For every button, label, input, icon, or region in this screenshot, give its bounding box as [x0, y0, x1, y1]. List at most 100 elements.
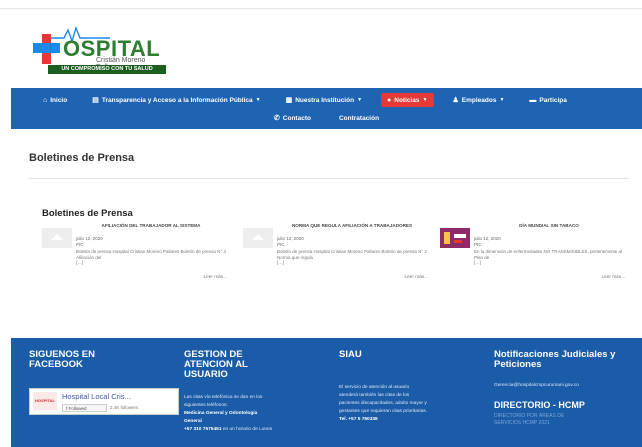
footer-text: +57 310 7575451 en un horario de Lunes	[184, 426, 329, 434]
facebook-followers-count: 2.4K followers	[110, 405, 139, 410]
nav-row-secondary: ✆ Contacto Contratación	[11, 110, 642, 126]
post-date: julio 12, 2020	[474, 236, 501, 241]
caret-down-icon: ▼	[499, 97, 505, 103]
footer-facebook: SIGUENOS EN FACEBOOK	[29, 350, 179, 370]
title-divider	[29, 178, 629, 179]
nav-item-inicio[interactable]: ⌂ Inicio	[37, 93, 73, 107]
nav-item-transparencia[interactable]: ▤ Transparencia y Acceso a la Informació…	[86, 93, 266, 107]
phone-number: +57 310 7575451	[184, 427, 222, 432]
news-post[interactable]: DÍA MUNDIAL SIN TABACO julio 12, 2020 PI…	[440, 220, 625, 290]
post-title[interactable]: AFILIACIÓN DEL TRABAJADOR AL SISTEMA	[76, 223, 226, 229]
post-ellipsis: […]	[76, 260, 84, 265]
section-title: Boletines de Prensa	[42, 208, 133, 219]
thumb-shape	[454, 234, 466, 238]
nav-label: Nuestra Institución	[295, 96, 355, 104]
image-placeholder-icon	[252, 234, 264, 240]
footer-text: Tel. +57 5 760336	[339, 416, 484, 424]
footer-gestion: GESTION DE ATENCION AL USUARIO Las citas…	[184, 350, 329, 434]
document-icon: ▤	[92, 97, 99, 104]
read-more-link[interactable]: Leer más...	[204, 274, 227, 279]
post-excerpt-text: En la dimensión de enfermedades NO TRANS…	[474, 249, 622, 260]
footer-bold-text: Medicina General y Odontología	[184, 411, 258, 416]
building-icon: ▦	[285, 97, 293, 104]
logo-tagline: UN COMPROMISO CON TU SALUD	[48, 65, 166, 74]
image-placeholder-icon	[51, 234, 63, 240]
directory-sublink[interactable]: SERVICIOS HCMP 2021	[494, 420, 639, 427]
footer-text: atenderá también las citas de los	[339, 393, 410, 398]
home-icon: ⌂	[43, 96, 48, 104]
phone-icon: ✆	[273, 115, 280, 122]
news-post[interactable]: AFILIACIÓN DEL TRABAJADOR AL SISTEMA jul…	[42, 220, 227, 290]
nav-label: Contacto	[282, 114, 311, 122]
footer-heading: SIAU	[339, 349, 362, 360]
nav-label: Transparencia y Acceso a la Información …	[101, 96, 253, 104]
post-thumbnail[interactable]	[243, 228, 273, 248]
site-footer: SIGUENOS EN FACEBOOK HOSPITAL Hospital L…	[11, 338, 642, 447]
page-title: Boletines de Prensa	[29, 152, 135, 164]
post-category[interactable]: PIC	[277, 242, 285, 247]
nav-label: Participa	[539, 96, 567, 104]
post-title[interactable]: DÍA MUNDIAL SIN TABACO	[474, 223, 624, 229]
post-ellipsis: […]	[277, 260, 285, 265]
post-excerpt-text: Boletín de prensa Hospital Cristian More…	[277, 249, 427, 260]
footer-text: Las citas vía telefónica se dan en los	[184, 395, 263, 400]
post-title[interactable]: NORMA QUE REGULA AFILIACIÓN A TRABAJADOR…	[277, 223, 427, 229]
nav-row-primary: ⌂ Inicio ▤ Transparencia y Acceso a la I…	[11, 92, 642, 108]
nav-label: Contratación	[338, 114, 380, 122]
hospital-logo[interactable]: OSPITAL Cristián Moreno Pallares UN COMP…	[30, 24, 170, 74]
post-excerpt: Boletín de prensa Hospital Cristian More…	[76, 249, 226, 266]
thumb-shape	[444, 232, 450, 244]
nav-item-nuestra-institucion[interactable]: ▦ Nuestra Institución ▼	[280, 93, 368, 107]
main-navigation: ⌂ Inicio ▤ Transparencia y Acceso a la I…	[11, 88, 642, 129]
nav-item-noticias[interactable]: ● Noticias ▼	[381, 93, 434, 107]
footer-notificaciones: Notificaciones Judiciales y Peticiones G…	[494, 350, 639, 427]
users-icon: ♟	[452, 97, 459, 104]
thumb-shape	[454, 240, 462, 243]
facebook-page-logo: HOSPITAL	[33, 392, 57, 410]
facebook-follow-button[interactable]: f Followed	[62, 404, 107, 412]
read-more-link[interactable]: Leer más...	[602, 274, 625, 279]
nav-item-empleados[interactable]: ♟ Empleados ▼	[447, 93, 511, 107]
nav-label: Empleados	[461, 96, 497, 104]
footer-text: siguientes teléfonos:	[184, 403, 228, 408]
nav-item-contacto[interactable]: ✆ Contacto	[268, 111, 317, 125]
id-card-icon: ▬	[529, 96, 537, 104]
nav-item-participa[interactable]: ▬ Participa	[523, 93, 572, 107]
post-thumbnail[interactable]	[440, 228, 470, 248]
caret-down-icon: ▼	[357, 97, 363, 103]
footer-text: gestantes que requieran citas prioritari…	[339, 409, 427, 414]
post-category[interactable]: PIC	[474, 242, 482, 247]
footer-text: pacientes discapacitados, adulto mayor y	[339, 401, 427, 406]
footer-heading: Notificaciones Judiciales y Peticiones	[494, 349, 616, 370]
facebook-page-widget[interactable]: HOSPITAL Hospital Local Cris... f Follow…	[29, 388, 179, 415]
facebook-page-name[interactable]: Hospital Local Cris...	[62, 392, 131, 401]
footer-heading: SIGUENOS EN FACEBOOK	[29, 349, 95, 370]
directory-sublink[interactable]: DIRECTORIO POR ÁREAS DE	[494, 413, 639, 420]
alert-icon: ●	[387, 96, 392, 104]
post-excerpt-text: Boletín de prensa Hospital Cristian More…	[76, 249, 226, 260]
news-post[interactable]: NORMA QUE REGULA AFILIACIÓN A TRABAJADOR…	[243, 220, 428, 290]
nav-label: Inicio	[50, 96, 68, 104]
cross-icon-horizontal	[33, 43, 60, 53]
caret-down-icon: ▼	[255, 97, 261, 103]
directory-link[interactable]: DIRECTORIO - HCMP	[494, 400, 639, 410]
footer-text-rest: en un horario de Lunes	[221, 427, 273, 432]
footer-siau: SIAU El servicio de atención al usuario …	[339, 350, 484, 424]
footer-bold-text: General	[184, 419, 202, 424]
caret-down-icon: ▼	[422, 97, 428, 103]
footer-heading: GESTION DE ATENCION AL USUARIO	[184, 349, 248, 380]
siau-phone: Tel. +57 5 760336	[339, 417, 378, 422]
footer-text: El servicio de atención al usuario	[339, 385, 410, 390]
contact-email[interactable]: Gerencia@hospitalcmpcurumani.gov.co	[494, 382, 639, 390]
post-ellipsis: […]	[474, 260, 482, 265]
post-category[interactable]: PIC	[76, 242, 84, 247]
nav-item-contratacion[interactable]: Contratación	[333, 111, 385, 125]
post-date: julio 12, 2020	[277, 236, 304, 241]
read-more-link[interactable]: Leer más...	[405, 274, 428, 279]
post-thumbnail[interactable]	[42, 228, 72, 248]
post-date: julio 12, 2020	[76, 236, 103, 241]
